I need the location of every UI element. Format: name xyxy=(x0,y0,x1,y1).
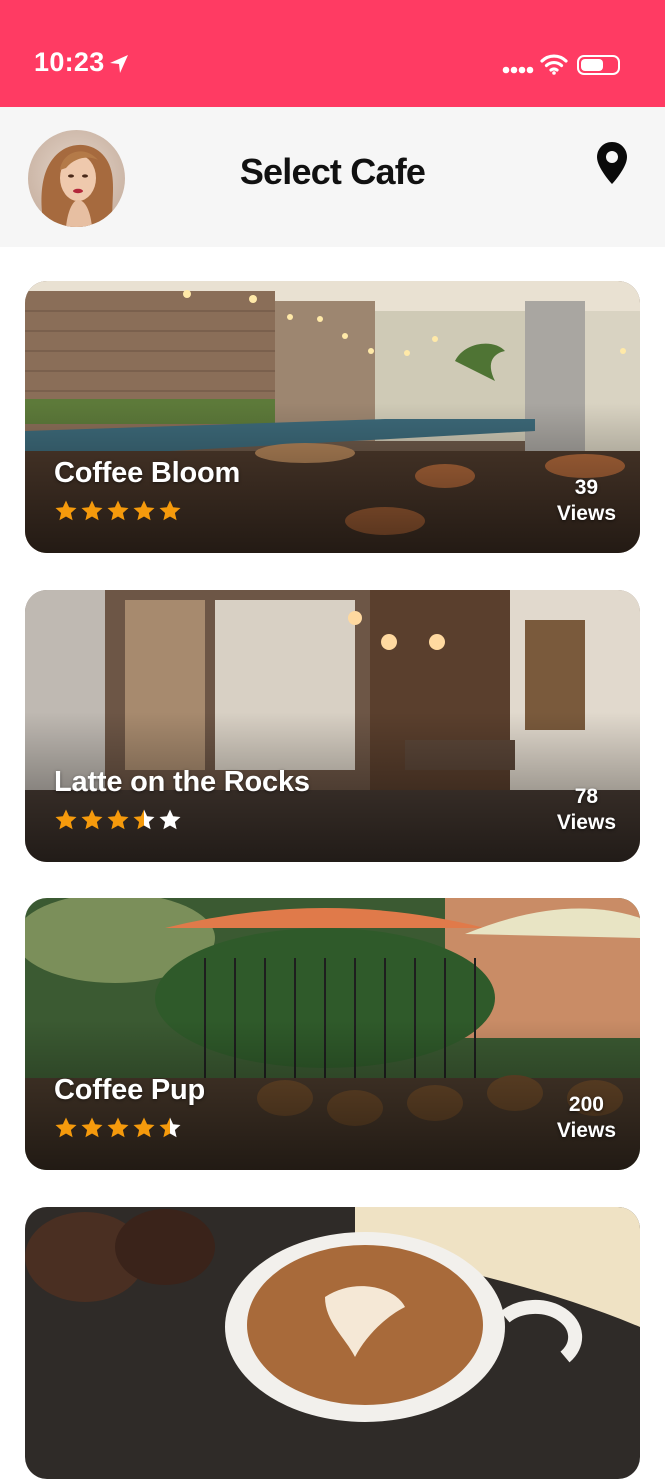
cafe-name: Coffee Bloom xyxy=(54,457,241,489)
status-bar: 10:23 xyxy=(0,0,665,107)
views-label: Views xyxy=(556,502,616,525)
star-rating xyxy=(54,808,182,832)
star-icon xyxy=(159,500,181,521)
cafe-card[interactable]: Coffee Bloom 39 Views xyxy=(25,281,640,553)
views-number: 78 xyxy=(574,785,599,808)
views-count: 78 Views xyxy=(557,784,616,836)
star-icon xyxy=(159,1117,181,1138)
views-label: Views xyxy=(556,1119,616,1142)
cafe-name: Coffee Pup xyxy=(54,1074,206,1106)
cafe-photo xyxy=(25,1207,640,1479)
views-number: 200 xyxy=(568,1093,604,1116)
star-rating xyxy=(54,499,182,523)
views-count: 39 Views xyxy=(557,475,616,527)
star-icon xyxy=(107,500,129,521)
cafe-card[interactable]: Latte on the Rocks 78 Views xyxy=(25,590,640,862)
battery-level xyxy=(581,59,603,71)
cafe-name: Latte on the Rocks xyxy=(54,766,310,798)
star-icon xyxy=(81,809,103,830)
star-icon xyxy=(107,809,129,830)
battery-icon xyxy=(577,55,620,75)
star-icon xyxy=(55,500,77,521)
views-count: 200 Views xyxy=(557,1092,616,1144)
views-label: Views xyxy=(556,811,616,834)
star-icon xyxy=(107,1117,129,1138)
star-icon xyxy=(55,809,77,830)
star-icon xyxy=(133,500,155,521)
star-icon xyxy=(133,809,155,830)
star-icon xyxy=(81,1117,103,1138)
app-header: Select Cafe xyxy=(0,107,665,247)
status-time: 10:23 xyxy=(34,47,105,77)
wifi-icon xyxy=(540,54,568,75)
star-icon xyxy=(133,1117,155,1138)
map-pin-icon[interactable] xyxy=(596,141,628,185)
cafe-card[interactable]: Coffee Pup 200 Views xyxy=(25,898,640,1170)
views-number: 39 xyxy=(574,476,599,499)
star-rating xyxy=(54,1116,182,1140)
star-icon xyxy=(55,1117,77,1138)
page-title: Select Cafe xyxy=(239,151,426,192)
star-icon xyxy=(81,500,103,521)
cafe-card[interactable] xyxy=(25,1207,640,1479)
location-arrow-icon xyxy=(110,55,128,73)
star-icon xyxy=(159,809,181,830)
cellular-signal-icon xyxy=(502,66,534,74)
